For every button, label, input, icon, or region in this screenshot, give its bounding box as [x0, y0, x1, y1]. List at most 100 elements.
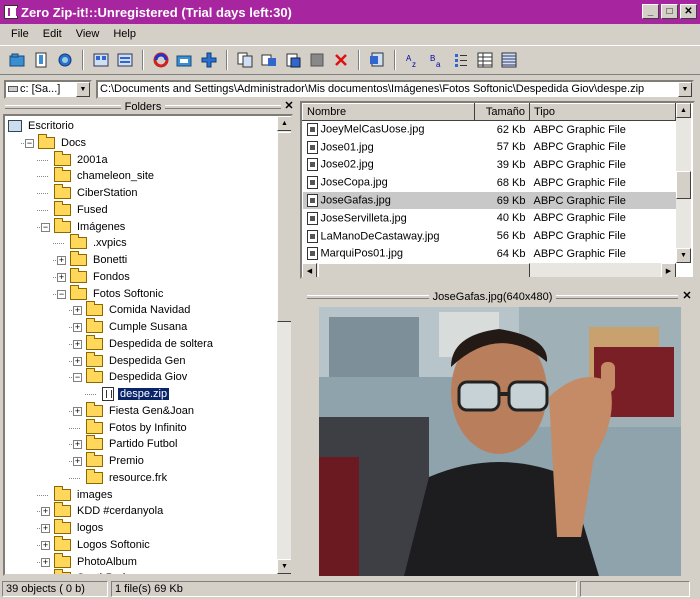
folder-tree[interactable]: Escritorio Docs − 2001a chameleon_site CiberS…: [3, 114, 293, 576]
expand-icon[interactable]: +: [73, 457, 82, 466]
file-row[interactable]: JoeyMelCasUose.jpg 62 Kb ABPC Graphic File: [303, 121, 676, 139]
grid-icon[interactable]: [498, 49, 520, 71]
file-row[interactable]: Jose02.jpg 39 Kb ABPC Graphic File: [303, 156, 676, 174]
tree-node[interactable]: Logos Softonic: [54, 535, 152, 553]
add-icon[interactable]: [198, 49, 220, 71]
path-field[interactable]: C:\Documents and Settings\Administrador\…: [96, 80, 694, 99]
extract-icon[interactable]: [150, 49, 172, 71]
view-large-icon[interactable]: [90, 49, 112, 71]
tree-node[interactable]: Partido Futbol: [86, 435, 179, 452]
tree-node[interactable]: Despedida de soltera: [86, 334, 215, 352]
open-icon[interactable]: [6, 49, 28, 71]
tree-node[interactable]: Fused: [54, 200, 110, 218]
chevron-down-icon[interactable]: ▼: [678, 82, 692, 97]
tree-node[interactable]: logos: [54, 519, 105, 536]
tree-node[interactable]: Docs: [38, 133, 88, 151]
menu-file[interactable]: File: [4, 28, 36, 40]
title-bar[interactable]: Zero Zip-it!::Unregistered (Trial days l…: [0, 0, 700, 24]
tree-node[interactable]: Fotos Softonic: [70, 284, 165, 302]
maximize-button[interactable]: □: [661, 4, 678, 19]
menu-help[interactable]: Help: [106, 28, 143, 40]
scroll-thumb[interactable]: [676, 171, 691, 199]
tree-node[interactable]: Bonetti: [70, 251, 129, 268]
column-header-size[interactable]: Tamaño: [474, 103, 530, 121]
move-icon[interactable]: [258, 49, 280, 71]
scroll-thumb[interactable]: [277, 132, 291, 322]
file-row[interactable]: Jose01.jpg 57 Kb ABPC Graphic File: [303, 138, 676, 156]
add-folder-icon[interactable]: [174, 49, 196, 71]
tree-node[interactable]: .xvpics: [70, 234, 129, 251]
collapse-icon[interactable]: −: [41, 222, 50, 232]
refresh-icon[interactable]: [54, 49, 76, 71]
tree-node[interactable]: CiberStation: [54, 184, 140, 201]
tree-node[interactable]: SouthPark: [54, 569, 130, 574]
expand-icon[interactable]: +: [73, 440, 82, 450]
expand-icon[interactable]: +: [57, 272, 66, 282]
delete-icon[interactable]: [330, 49, 352, 71]
expand-icon[interactable]: +: [73, 306, 82, 316]
tree-node[interactable]: Comida Navidad: [86, 301, 192, 318]
menu-view[interactable]: View: [69, 28, 107, 40]
expand-icon[interactable]: +: [73, 339, 82, 349]
tree-node[interactable]: 2001a: [54, 150, 110, 168]
expand-icon[interactable]: +: [73, 356, 82, 366]
view-small-icon[interactable]: [114, 49, 136, 71]
scroll-up-icon[interactable]: ▲: [676, 103, 691, 118]
folder-tree-scrollbar[interactable]: ▲ ▼: [277, 116, 291, 574]
chevron-down-icon[interactable]: ▼: [76, 82, 90, 97]
drive-select[interactable]: c: [Sa...] ▼: [4, 80, 92, 99]
tree-node[interactable]: resource.frk: [86, 468, 169, 486]
expand-icon[interactable]: +: [41, 557, 50, 567]
column-header-name[interactable]: Nombre: [302, 103, 475, 121]
collapse-icon[interactable]: −: [57, 289, 66, 299]
tree-node[interactable]: Despedida Gen: [86, 351, 187, 369]
paste-icon[interactable]: [282, 49, 304, 71]
scroll-left-icon[interactable]: ◀: [302, 263, 317, 277]
tree-node[interactable]: KDD #cerdanyola: [54, 502, 165, 519]
folders-panel-close-button[interactable]: ✕: [284, 101, 294, 112]
file-row[interactable]: JoseGafas.jpg 69 Kb ABPC Graphic File: [302, 191, 676, 210]
tree-node[interactable]: Fotos by Infinito: [86, 418, 189, 436]
tree-node[interactable]: Fiesta Gen&Joan: [86, 401, 196, 419]
expand-icon[interactable]: +: [41, 507, 50, 517]
stop-icon[interactable]: [306, 49, 328, 71]
file-row[interactable]: JoseCopa.jpg 68 Kb ABPC Graphic File: [303, 174, 676, 192]
scroll-down-icon[interactable]: ▼: [277, 559, 291, 574]
sort-za-icon[interactable]: Ba: [426, 49, 448, 71]
tree-node[interactable]: Premio: [86, 452, 146, 469]
close-button[interactable]: ✕: [680, 4, 697, 19]
new-archive-icon[interactable]: [30, 49, 52, 71]
expand-icon[interactable]: +: [41, 540, 50, 550]
file-list-hscrollbar[interactable]: ◀ ▶: [302, 263, 676, 277]
tree-node[interactable]: Fondos: [70, 267, 132, 285]
column-header-type[interactable]: Tipo: [529, 103, 676, 121]
scroll-right-icon[interactable]: ▶: [661, 263, 676, 277]
scroll-thumb[interactable]: [318, 263, 530, 277]
file-list-vscrollbar[interactable]: ▲ ▼: [676, 103, 691, 263]
sort-az-icon[interactable]: Az: [402, 49, 424, 71]
preview-panel-close-button[interactable]: ✕: [682, 291, 692, 302]
expand-icon[interactable]: +: [41, 524, 50, 533]
collapse-icon[interactable]: −: [25, 138, 34, 148]
scroll-down-icon[interactable]: ▼: [676, 248, 691, 263]
file-row[interactable]: LaManoDeCastaway.jpg 56 Kb ABPC Graphic Fi…: [303, 227, 676, 245]
tree-node[interactable]: Imágenes: [54, 217, 127, 235]
expand-icon[interactable]: +: [73, 406, 82, 416]
file-row[interactable]: JoseServilleta.jpg 40 Kb ABPC Graphic File: [303, 209, 676, 227]
details-icon[interactable]: [474, 49, 496, 71]
properties-icon[interactable]: [366, 49, 388, 71]
tree-node[interactable]: Despedida Giov: [86, 368, 189, 385]
collapse-icon[interactable]: −: [73, 373, 82, 383]
copy-icon[interactable]: [234, 49, 256, 71]
tree-node[interactable]: PhotoAlbum: [54, 552, 139, 570]
minimize-button[interactable]: _: [642, 4, 659, 19]
tree-node[interactable]: images: [54, 485, 114, 503]
expand-icon[interactable]: +: [57, 256, 66, 265]
expand-icon[interactable]: +: [43, 574, 48, 575]
tree-node[interactable]: despe.zip: [102, 386, 171, 402]
tree-node[interactable]: Escritorio: [8, 118, 76, 134]
menu-edit[interactable]: Edit: [36, 28, 69, 40]
scroll-up-icon[interactable]: ▲: [277, 116, 291, 131]
expand-icon[interactable]: +: [73, 323, 82, 332]
tree-node[interactable]: chameleon_site: [54, 167, 156, 184]
